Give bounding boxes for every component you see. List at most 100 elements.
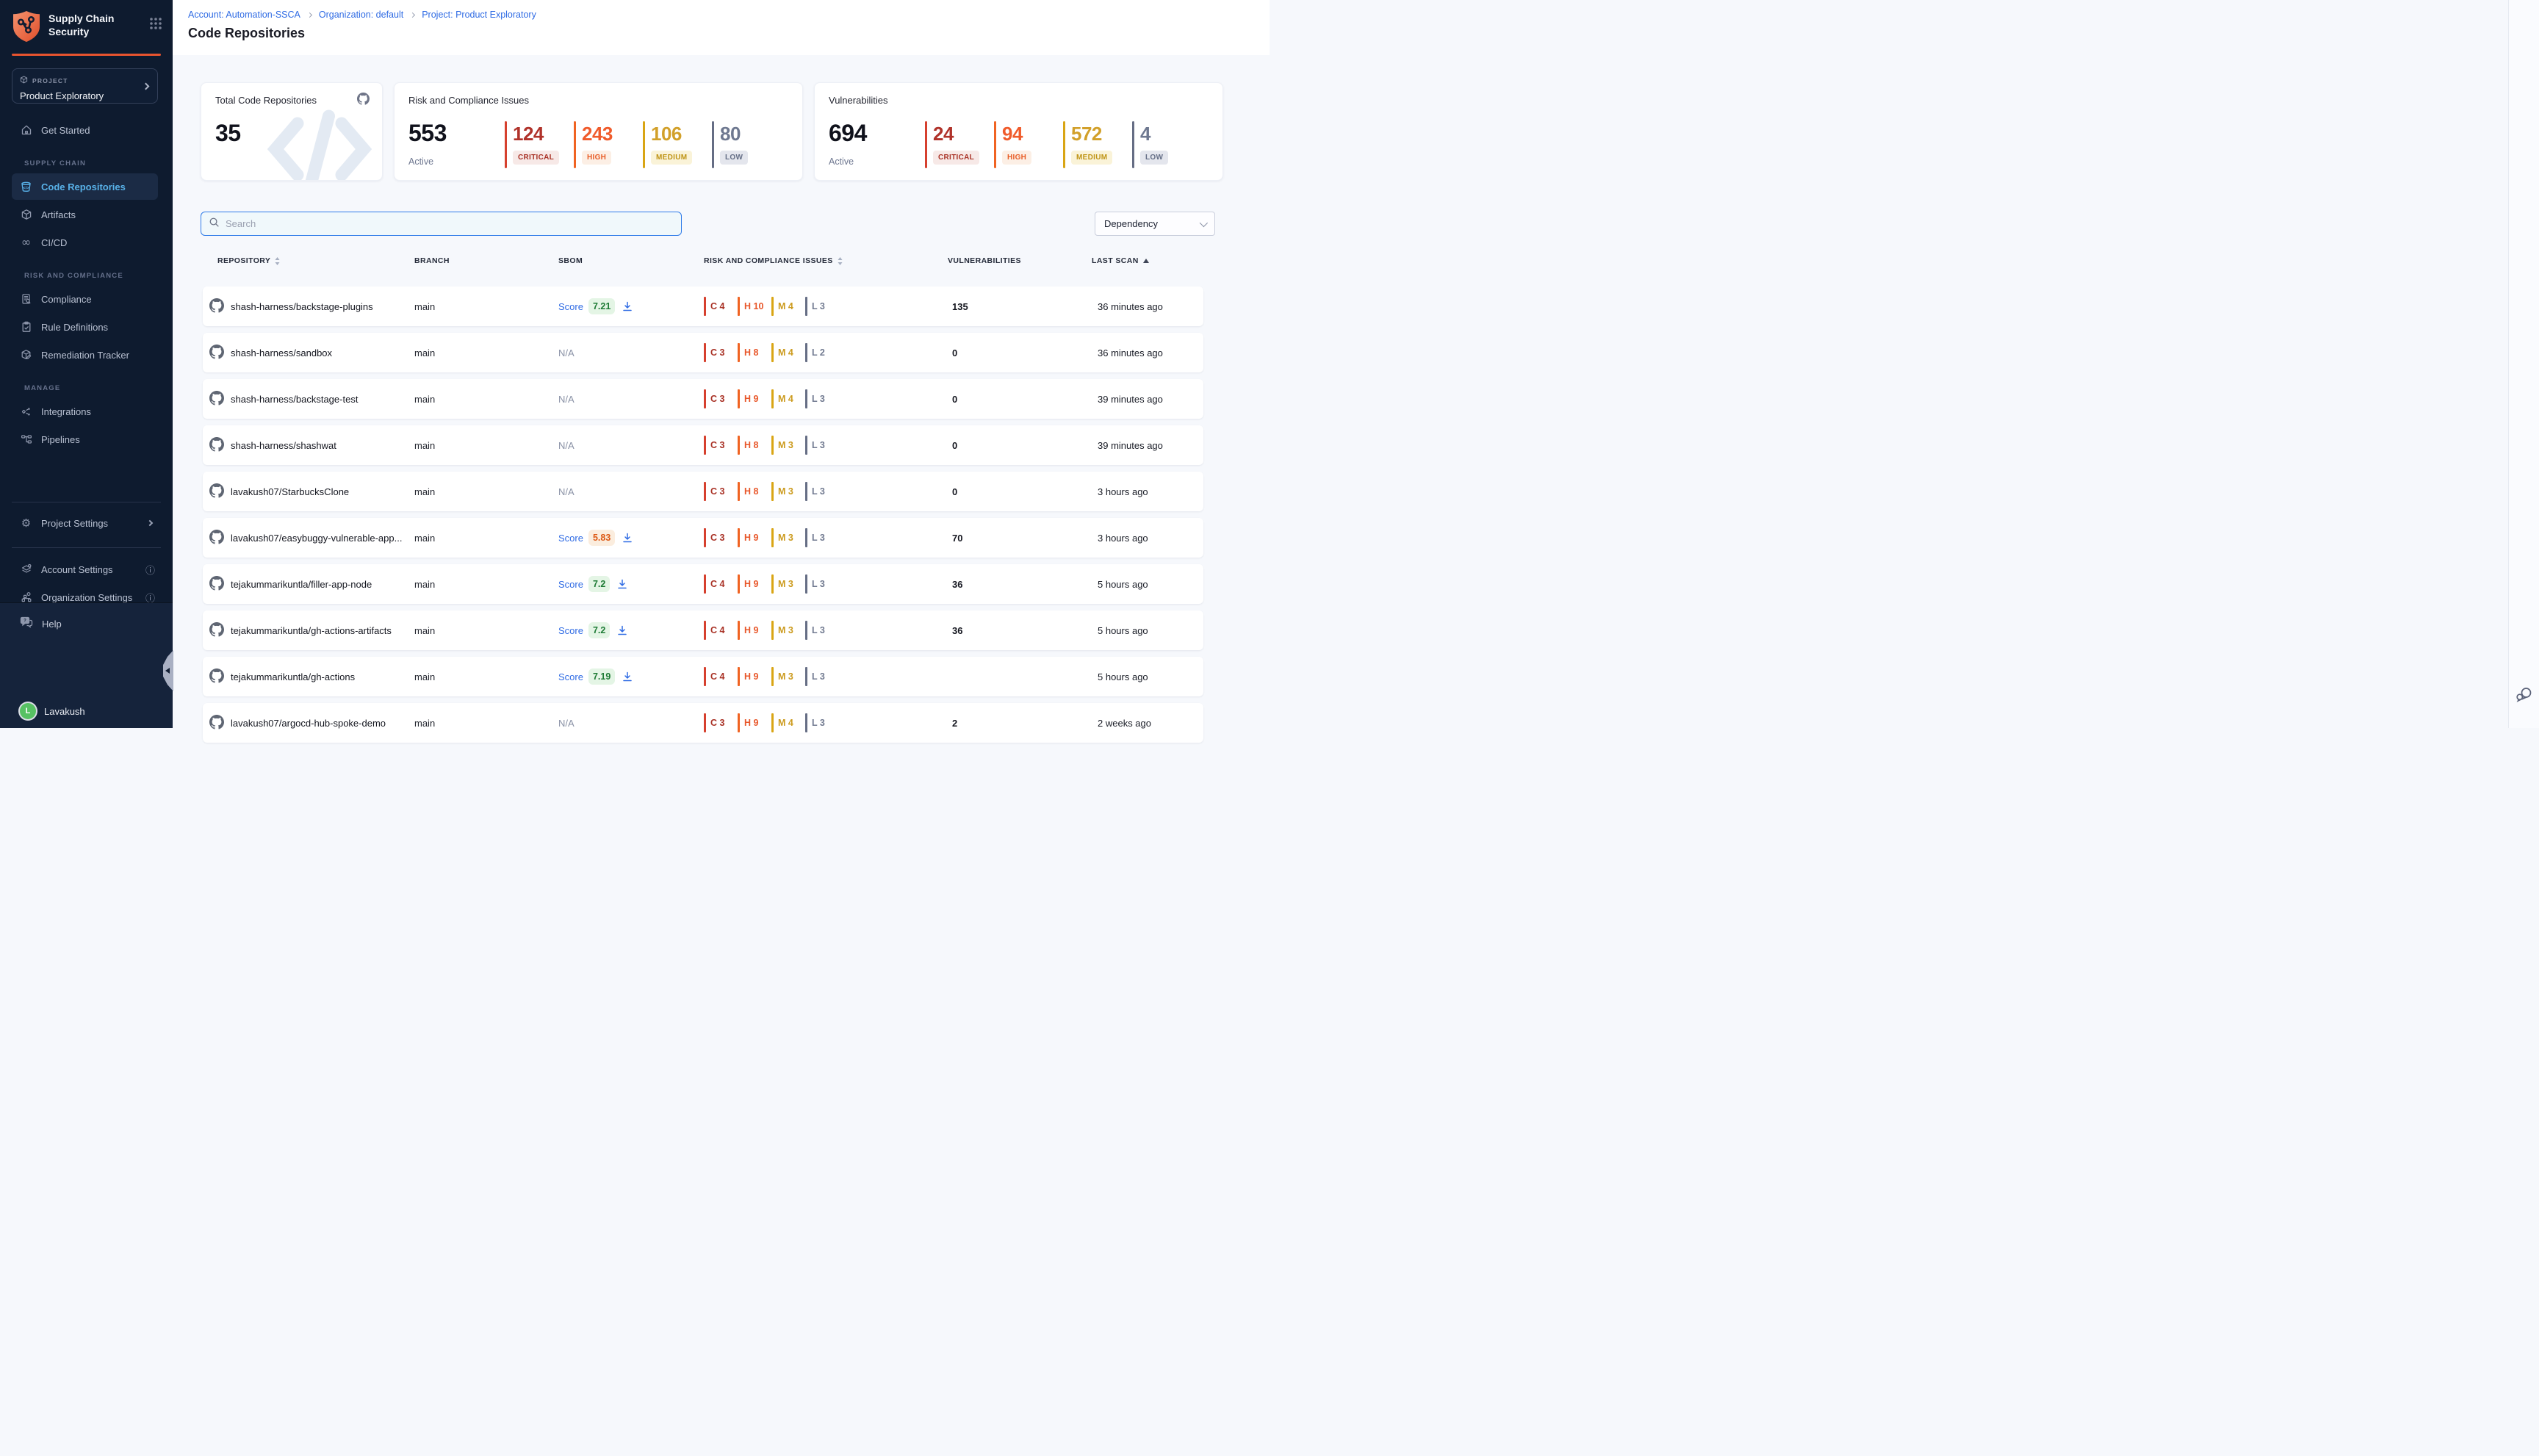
high-issues-chip: H 8 [738, 436, 768, 455]
sidebar-item-integrations[interactable]: Integrations [12, 398, 158, 425]
sidebar-item-help[interactable]: ? Help [0, 603, 173, 632]
breadcrumb-organization-link[interactable]: Organization: default [319, 10, 403, 20]
vulnerability-count: 2 [952, 703, 957, 743]
vulnerability-count: 0 [952, 472, 957, 511]
last-scan: 3 hours ago [1098, 472, 1148, 511]
repository-name[interactable]: tejakummarikuntla/gh-actions-artifacts [231, 625, 392, 636]
card-title: Vulnerabilities [829, 95, 887, 106]
table-row[interactable]: lavakush07/argocd-hub-spoke-demo main N/… [203, 703, 1203, 743]
repository-name[interactable]: lavakush07/argocd-hub-spoke-demo [231, 718, 386, 729]
sbom-score-value: 7.21 [588, 298, 615, 314]
sidebar-item-pipelines[interactable]: Pipelines [12, 426, 158, 453]
sidebar-item-label: Project Settings [41, 518, 108, 529]
download-sbom-icon[interactable] [622, 671, 633, 682]
sbom-score-label[interactable]: Score [558, 625, 583, 636]
sbom-score-value: 5.83 [588, 530, 615, 546]
repository-name[interactable]: shash-harness/shashwat [231, 440, 336, 451]
column-header-last-scan[interactable]: LAST SCAN [1092, 256, 1149, 265]
download-sbom-icon[interactable] [622, 533, 633, 543]
repository-name[interactable]: shash-harness/backstage-test [231, 394, 358, 405]
sidebar-item-compliance[interactable]: Compliance [12, 286, 158, 312]
table-row[interactable]: shash-harness/sandbox main N/A C 3H 8M 4… [203, 333, 1203, 372]
table-row[interactable]: shash-harness/backstage-test main N/A C … [203, 379, 1203, 419]
breadcrumb-account-link[interactable]: Account: Automation-SSCA [188, 10, 300, 20]
column-header-branch[interactable]: BRANCH [414, 256, 450, 265]
table-row[interactable]: lavakush07/StarbucksClone main N/A C 3H … [203, 472, 1203, 511]
sidebar-item-cicd[interactable]: ∞ CI/CD [12, 229, 158, 256]
gear-icon: ⚙ [20, 517, 32, 530]
severity-badge: HIGH [1002, 151, 1031, 165]
sbom-score-value: 7.2 [588, 576, 610, 592]
search-input[interactable] [226, 218, 674, 229]
column-header-sbom[interactable]: SBOM [558, 256, 583, 265]
topbar: Account: Automation-SSCA Organization: d… [173, 0, 1270, 55]
table-row[interactable]: tejakummarikuntla/gh-actions main Score7… [203, 657, 1203, 696]
branch-cell: main [414, 333, 435, 372]
branch-cell: main [414, 286, 435, 326]
vulnerabilities-value: 694 [829, 120, 867, 147]
sidebar-item-get-started[interactable]: Get Started [12, 117, 158, 143]
last-scan: 5 hours ago [1098, 610, 1148, 650]
column-header-issues[interactable]: RISK AND COMPLIANCE ISSUES [704, 256, 843, 265]
repository-name[interactable]: shash-harness/backstage-plugins [231, 301, 373, 312]
table-row[interactable]: shash-harness/shashwat main N/A C 3H 8M … [203, 425, 1203, 465]
help-label: Help [42, 619, 62, 630]
card-title: Total Code Repositories [215, 95, 317, 106]
column-header-repository[interactable]: REPOSITORY [217, 256, 280, 265]
high-issues-chip: H 9 [738, 621, 768, 640]
issues-cell: C 4H 9M 3L 3 [704, 657, 839, 696]
repository-name[interactable]: shash-harness/sandbox [231, 347, 332, 358]
column-header-vulnerabilities[interactable]: VULNERABILITIES [948, 256, 1021, 265]
repository-name[interactable]: lavakush07/StarbucksClone [231, 486, 349, 497]
vulnerability-count: 0 [952, 333, 957, 372]
last-scan: 39 minutes ago [1098, 425, 1163, 465]
download-sbom-icon[interactable] [622, 301, 633, 311]
issues-cell: C 3H 8M 4L 2 [704, 333, 839, 372]
sbom-score-label[interactable]: Score [558, 671, 583, 682]
critical-issues-chip: C 3 [704, 343, 735, 362]
repository-name[interactable]: tejakummarikuntla/filler-app-node [231, 579, 372, 590]
sbom-score-label[interactable]: Score [558, 579, 583, 590]
table-row[interactable]: tejakummarikuntla/gh-actions-artifacts m… [203, 610, 1203, 650]
table-row[interactable]: tejakummarikuntla/filler-app-node main S… [203, 564, 1203, 604]
vulnerability-count: 0 [952, 425, 957, 465]
sidebar-item-label: Compliance [41, 294, 92, 305]
sidebar-item-remediation-tracker[interactable]: Remediation Tracker [12, 342, 158, 368]
medium-issues-chip: M 4 [771, 389, 802, 408]
repository-name[interactable]: tejakummarikuntla/gh-actions [231, 671, 355, 682]
user-menu[interactable]: L Lavakush [20, 703, 85, 719]
github-icon [209, 345, 224, 361]
low-issues-chip: L 3 [805, 389, 836, 408]
critical-issues-chip: C 3 [704, 436, 735, 455]
project-selector[interactable]: PROJECT Product Exploratory [12, 68, 158, 104]
chat-support-icon[interactable] [2515, 687, 2533, 707]
sidebar: Supply Chain Security PROJECT [0, 0, 173, 728]
breadcrumb-project-link[interactable]: Project: Product Exploratory [422, 10, 536, 20]
sbom-score-label[interactable]: Score [558, 533, 583, 544]
download-sbom-icon[interactable] [617, 625, 627, 635]
table-row[interactable]: lavakush07/easybuggy-vulnerable-app... m… [203, 518, 1203, 558]
info-icon[interactable]: ⓘ [145, 563, 155, 577]
download-sbom-icon[interactable] [617, 579, 627, 589]
active-label: Active [829, 156, 854, 167]
sidebar-item-code-repositories[interactable]: </> Code Repositories [12, 173, 158, 200]
high-issues-chip: H 9 [738, 574, 768, 594]
repository-name[interactable]: lavakush07/easybuggy-vulnerable-app... [231, 533, 402, 544]
sbom-cell: N/A [558, 703, 575, 743]
sidebar-item-project-settings[interactable]: ⚙ Project Settings [12, 510, 158, 536]
sbom-na-value: N/A [558, 394, 575, 405]
low-issues-chip: L 3 [805, 528, 836, 547]
sidebar-item-account-settings[interactable]: Account Settings ⓘ [12, 556, 158, 583]
app-grid-icon[interactable] [149, 17, 162, 34]
github-icon [209, 298, 224, 315]
filter-dropdown-value: Dependency [1104, 218, 1158, 229]
high-issues-chip: H 9 [738, 667, 768, 686]
vulnerability-count: 135 [952, 286, 968, 326]
sidebar-item-rule-definitions[interactable]: Rule Definitions [12, 314, 158, 340]
high-issues-chip: H 9 [738, 713, 768, 732]
filter-dropdown[interactable]: Dependency [1095, 212, 1215, 236]
severity-badge: MEDIUM [651, 151, 692, 165]
table-row[interactable]: shash-harness/backstage-plugins main Sco… [203, 286, 1203, 326]
sidebar-item-artifacts[interactable]: Artifacts [12, 201, 158, 228]
sbom-score-label[interactable]: Score [558, 301, 583, 312]
